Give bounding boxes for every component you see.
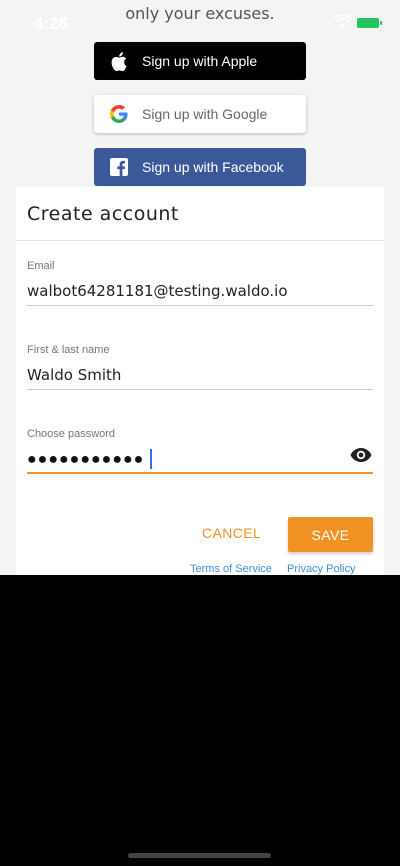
password-underline: [27, 472, 373, 474]
password-field[interactable]: ●●●●●●●●●●●: [27, 451, 144, 469]
password-label: Choose password: [27, 428, 116, 440]
sign-up-apple-button[interactable]: Sign up with Apple: [94, 42, 306, 80]
page-title: Create account: [27, 203, 179, 225]
cancel-button[interactable]: CANCEL: [202, 525, 261, 541]
facebook-icon: [108, 156, 130, 178]
home-indicator: [128, 853, 271, 858]
title-divider: [16, 240, 384, 241]
sign-up-google-button[interactable]: Sign up with Google: [94, 95, 306, 133]
name-label: First & last name: [27, 344, 110, 356]
apple-icon: [108, 50, 130, 72]
sign-up-apple-label: Sign up with Apple: [142, 53, 258, 69]
name-underline: [27, 389, 373, 390]
sign-up-facebook-button[interactable]: Sign up with Facebook: [94, 148, 306, 186]
google-icon: [108, 103, 130, 125]
save-button[interactable]: SAVE: [288, 517, 373, 552]
create-account-card: Create account Email walbot64281181@test…: [16, 187, 384, 575]
sign-up-google-label: Sign up with Google: [142, 106, 268, 122]
name-field[interactable]: Waldo Smith: [27, 366, 121, 384]
privacy-policy-link[interactable]: Privacy Policy: [287, 563, 355, 575]
sign-up-facebook-label: Sign up with Facebook: [142, 159, 284, 175]
email-underline: [27, 305, 373, 306]
tagline-text: only your excuses.: [125, 4, 275, 23]
email-field[interactable]: walbot64281181@testing.waldo.io: [27, 282, 288, 300]
app-screen: 4:26 only your excuses. Sign up with App…: [0, 0, 400, 575]
eye-icon[interactable]: [350, 447, 372, 463]
terms-of-service-link[interactable]: Terms of Service: [190, 563, 272, 575]
text-cursor: [150, 449, 152, 469]
email-label: Email: [27, 260, 55, 272]
